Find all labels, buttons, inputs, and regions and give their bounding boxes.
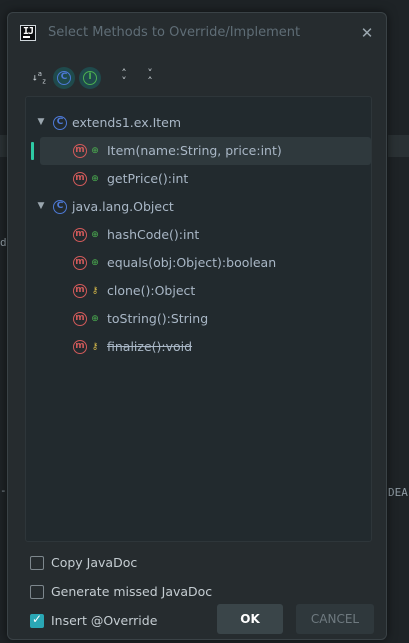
copy-javadoc-option[interactable]: Copy JavaDoc [30, 553, 230, 573]
class-icon: C [57, 71, 71, 85]
insert-override-label: Insert @Override [51, 613, 158, 628]
background-editor-strip-right [388, 135, 409, 157]
method-signature: equals(obj:Object):boolean [107, 255, 277, 270]
protected-visibility-icon: ⚷ [91, 342, 99, 352]
tree-group-row[interactable]: ▼ C extends1.ex.Item [26, 109, 371, 137]
override-methods-dialog: IJ Select Methods to Override/Implement … [7, 12, 387, 640]
tree-method-row[interactable]: m ⚷ clone():Object [26, 277, 371, 305]
generate-missed-javadoc-label: Generate missed JavaDoc [51, 584, 213, 599]
insert-override-checkbox[interactable]: ✓ [30, 612, 44, 628]
method-icon: m [73, 256, 87, 270]
background-text-right: DEA [388, 486, 408, 499]
method-icon: m [73, 172, 87, 186]
tree-method-row[interactable]: m ⊕ equals(obj:Object):boolean [26, 249, 371, 277]
collapse-all-button[interactable]: ˅ ˄ [139, 67, 161, 89]
copy-javadoc-checkbox[interactable] [30, 556, 44, 570]
group-class-name: extends1.ex.Item [72, 115, 182, 130]
show-interfaces-button[interactable]: I [79, 67, 101, 89]
generate-missed-javadoc-checkbox[interactable] [30, 585, 44, 599]
methods-tree: ▼ C extends1.ex.Item m ⊕ Item(name:Strin… [25, 96, 372, 542]
method-icon: m [73, 228, 87, 242]
show-classes-button[interactable]: C [53, 67, 75, 89]
method-signature: getPrice():int [107, 171, 189, 186]
chevron-down-icon[interactable]: ▼ [35, 200, 47, 212]
chevron-down-icon[interactable]: ▼ [35, 116, 47, 128]
checkmark-icon: ✓ [32, 612, 43, 626]
background-text-left: d [0, 236, 7, 249]
public-visibility-icon: ⊕ [91, 258, 99, 268]
class-icon: C [53, 200, 67, 214]
tree-method-row[interactable]: m ⊕ getPrice():int [26, 165, 371, 193]
method-icon: m [73, 144, 87, 158]
public-visibility-icon: ⊕ [91, 314, 99, 324]
interface-icon: I [83, 71, 97, 85]
group-class-name: java.lang.Object [72, 199, 174, 214]
generate-missed-javadoc-option[interactable]: Generate missed JavaDoc [30, 582, 230, 602]
copy-javadoc-label: Copy JavaDoc [51, 555, 138, 570]
tree-method-row[interactable]: m ⊕ hashCode():int [26, 221, 371, 249]
tree-group-row[interactable]: ▼ C java.lang.Object [26, 193, 371, 221]
tree-method-row[interactable]: m ⊕ Item(name:String, price:int) [26, 137, 371, 165]
class-icon: C [53, 116, 67, 130]
cancel-button[interactable]: CANCEL [296, 604, 374, 634]
method-signature: hashCode():int [107, 227, 200, 242]
method-icon: m [73, 312, 87, 326]
dialog-toolbar: ↓az C I ˄ ˅ ˅ ˄ [28, 67, 178, 91]
expand-all-button[interactable]: ˄ ˅ [113, 67, 135, 89]
dialog-title: Select Methods to Override/Implement [48, 25, 301, 40]
close-icon[interactable]: ✕ [358, 24, 376, 42]
dialog-titlebar: IJ Select Methods to Override/Implement … [8, 13, 386, 53]
method-signature: clone():Object [107, 283, 196, 298]
public-visibility-icon: ⊕ [91, 174, 99, 184]
gutter-marker [31, 142, 34, 160]
method-icon: m [73, 340, 87, 354]
insert-override-option[interactable]: ✓ Insert @Override [30, 611, 230, 631]
method-signature: Item(name:String, price:int) [107, 143, 282, 158]
background-text-left2: - [0, 484, 7, 497]
sort-alpha-icon: ↓az [31, 69, 47, 86]
sort-alphabetically-button[interactable]: ↓az [28, 67, 50, 89]
collapse-all-icon: ˅ ˄ [147, 67, 153, 88]
method-signature-deprecated: finalize():void [107, 339, 193, 354]
method-signature: toString():String [107, 311, 209, 326]
protected-visibility-icon: ⚷ [91, 286, 99, 296]
public-visibility-icon: ⊕ [91, 146, 99, 156]
public-visibility-icon: ⊕ [91, 230, 99, 240]
ok-button[interactable]: OK [217, 604, 283, 634]
tree-method-row[interactable]: m ⊕ toString():String [26, 305, 371, 333]
expand-all-icon: ˄ ˅ [121, 67, 127, 88]
intellij-app-icon: IJ [20, 25, 36, 41]
tree-method-row[interactable]: m ⚷ finalize():void [26, 333, 371, 361]
method-icon: m [73, 284, 87, 298]
